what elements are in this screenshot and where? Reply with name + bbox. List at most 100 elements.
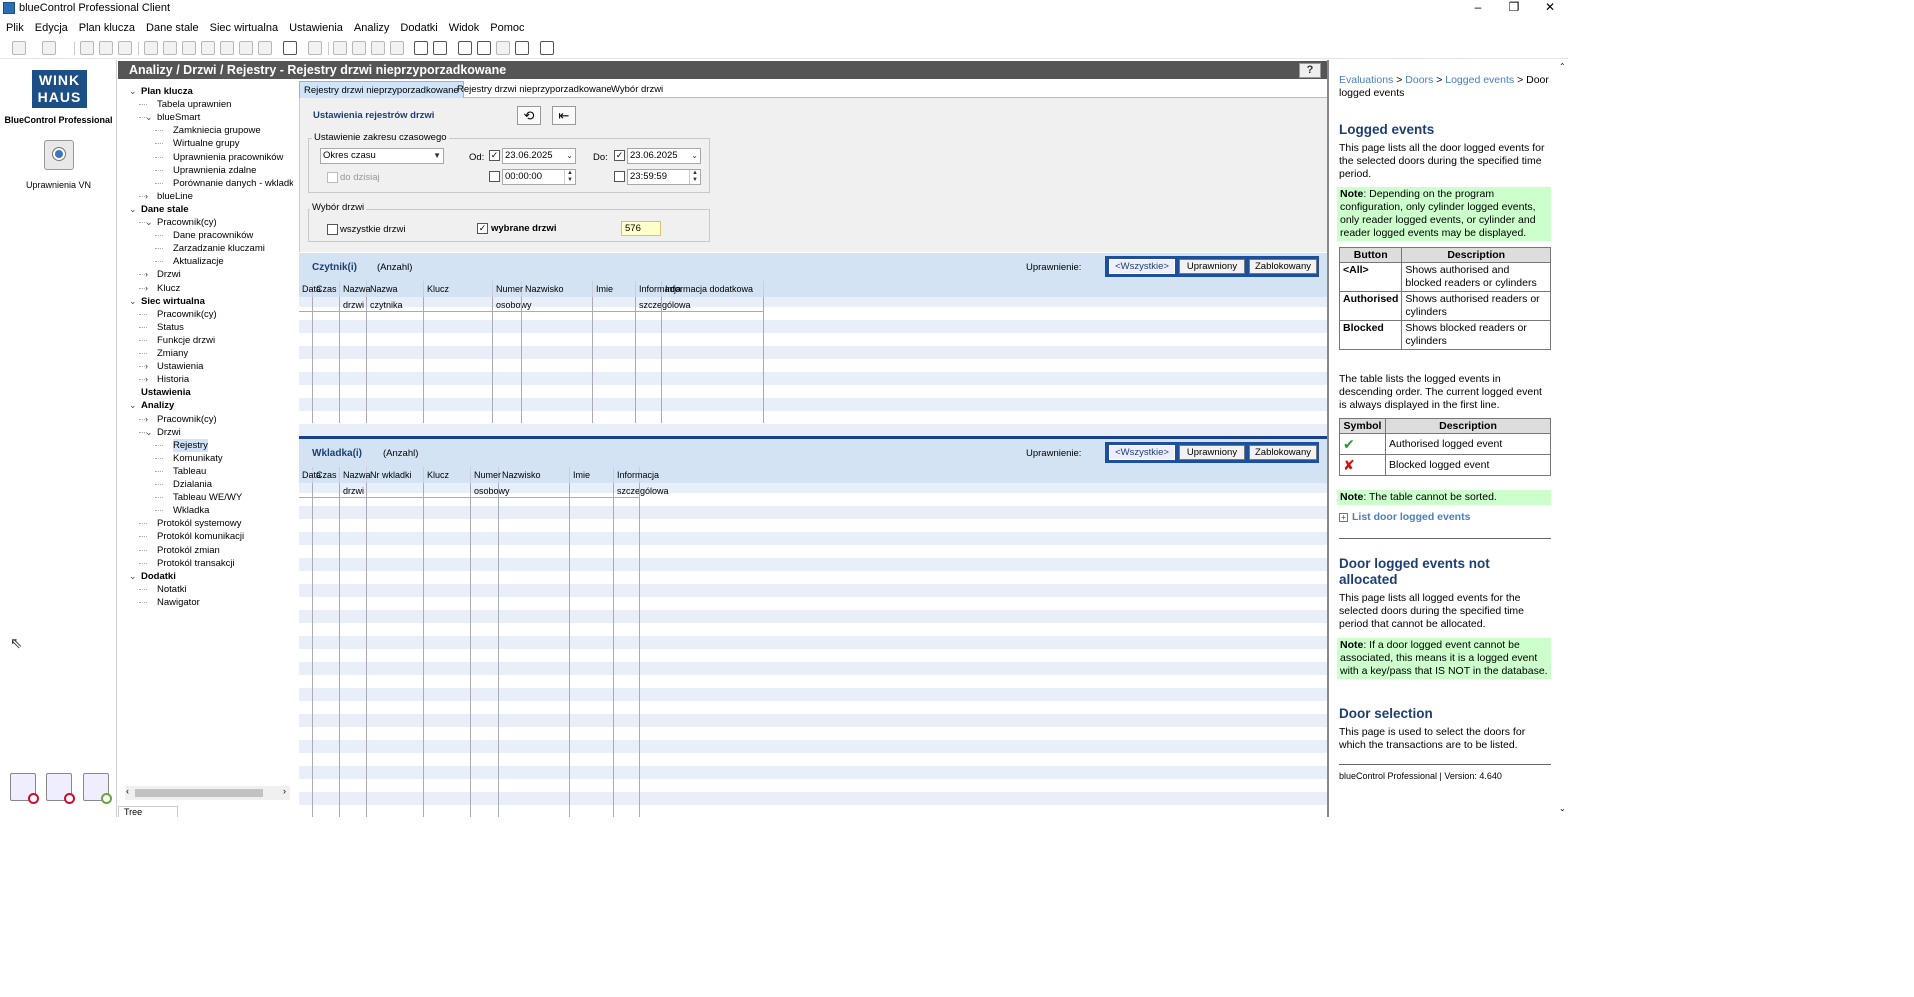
undo-icon[interactable] xyxy=(239,41,253,55)
tree-item[interactable]: Uprawnienia pracowników xyxy=(173,151,283,164)
forward-icon[interactable] xyxy=(42,41,56,55)
scroll-right-icon[interactable]: › xyxy=(283,786,286,796)
maximize-button[interactable]: ❐ xyxy=(1496,0,1532,17)
alarm-icon[interactable] xyxy=(458,41,472,55)
cylinders-column-header[interactable]: Imie xyxy=(570,467,614,483)
tree-item[interactable]: blueSmart xyxy=(157,111,200,124)
chevron-right-icon[interactable]: › xyxy=(145,360,148,373)
breadcrumb-doors[interactable]: Doors xyxy=(1405,74,1433,86)
tree-item[interactable]: Notatki xyxy=(157,583,187,596)
tree-item[interactable]: Uprawnienia zdalne xyxy=(173,164,256,177)
tree-horizontal-scrollbar[interactable]: ‹ › xyxy=(125,786,290,800)
tree-item[interactable]: Zarzadzanie kluczami xyxy=(173,242,265,255)
tree-item[interactable]: Dodatki xyxy=(141,570,176,583)
tree-item[interactable]: Dzialania xyxy=(173,478,212,491)
menu-analizy[interactable]: Analizy xyxy=(348,20,394,34)
network-icon[interactable] xyxy=(433,41,447,55)
to-time-spinner[interactable]: 23:59:59 ▲ ▼ xyxy=(627,169,701,185)
tree-item[interactable]: Komunikaty xyxy=(173,452,223,465)
breadcrumb-evaluations[interactable]: Evaluations xyxy=(1339,74,1393,86)
refresh-button[interactable]: ⟲ xyxy=(517,106,541,125)
save-icon[interactable] xyxy=(201,41,215,55)
cylinders-filter-all-button[interactable]: <Wszystkie> xyxy=(1109,445,1175,460)
tree-item[interactable]: Drzwi xyxy=(157,268,181,281)
menu-dodatki[interactable]: Dodatki xyxy=(394,20,442,34)
close-button[interactable]: ✕ xyxy=(1532,0,1568,17)
cylinders-column-header[interactable]: Nazwisko xyxy=(499,467,570,483)
tree-item[interactable]: Ustawienia xyxy=(157,360,203,373)
tree-tab[interactable]: Tree xyxy=(118,806,178,817)
chevron-down-icon[interactable]: ⌄ xyxy=(129,399,137,412)
sync-icon[interactable] xyxy=(477,41,491,55)
chevron-down-icon[interactable]: ⌄ xyxy=(145,426,153,439)
scroll-down-icon[interactable]: ⌄ xyxy=(1559,804,1566,813)
import4-icon[interactable] xyxy=(390,41,404,55)
tree-item[interactable]: Status xyxy=(157,321,184,334)
menu-plan-klucza[interactable]: Plan klucza xyxy=(73,20,140,34)
tree-item[interactable]: Zamkniecia grupowe xyxy=(173,124,261,137)
to-time-checkbox[interactable] xyxy=(614,171,625,182)
selected-doors-checkbox[interactable]: ✓ xyxy=(477,223,488,234)
readers-column-header[interactable]: Klucz xyxy=(424,281,493,297)
minimize-button[interactable]: – xyxy=(1460,0,1496,17)
scroll-up-icon[interactable]: ⌃ xyxy=(1559,62,1566,71)
import2-icon[interactable] xyxy=(352,41,366,55)
help-vertical-scrollbar[interactable]: ⌃ ⌄ xyxy=(1557,60,1568,817)
menu-edycja[interactable]: Edycja xyxy=(29,20,73,34)
vn-permissions-label[interactable]: Uprawnienia VN xyxy=(0,180,117,190)
chevron-right-icon[interactable]: › xyxy=(145,268,148,281)
readers-column-header[interactable]: Data xyxy=(299,281,321,297)
tab-door-selection[interactable]: Wybór drzwi xyxy=(607,81,667,98)
tree-item[interactable]: Aktualizacje xyxy=(173,255,224,268)
tree-item[interactable]: Protokól komunikacji xyxy=(157,530,244,543)
tree-item[interactable]: Wirtualne grupy xyxy=(173,137,240,150)
readers-column-header[interactable]: Nazwisko xyxy=(522,281,593,297)
cylinders-column-header[interactable]: Informacja szczególowa xyxy=(614,467,669,496)
tree-item[interactable]: Pracownik(cy) xyxy=(157,216,217,229)
menu-ustawienia[interactable]: Ustawienia xyxy=(283,20,348,34)
grid-icon[interactable] xyxy=(99,41,113,55)
from-date-checkbox[interactable]: ✓ xyxy=(489,150,500,161)
tree-item[interactable]: Tableau WE/WY xyxy=(173,491,242,504)
readers-column-header[interactable]: Informacja dodatkowa xyxy=(662,281,764,297)
copy-icon[interactable] xyxy=(80,41,94,55)
all-doors-checkbox[interactable] xyxy=(327,224,338,235)
readers-column-header[interactable]: Czas xyxy=(313,281,340,297)
chevron-down-icon[interactable]: ⌄ xyxy=(145,216,153,229)
new-icon[interactable] xyxy=(144,41,158,55)
cylinders-column-header[interactable]: Klucz xyxy=(424,467,471,483)
chevron-down-icon[interactable]: ⌄ xyxy=(129,570,137,583)
tree-item[interactable]: Dane pracowników xyxy=(173,229,253,242)
print-icon[interactable] xyxy=(283,41,297,55)
door-red-icon[interactable] xyxy=(10,773,39,804)
tree-item[interactable]: Ustawienia xyxy=(141,386,191,399)
chevron-right-icon[interactable]: › xyxy=(145,190,148,203)
menu-siec-wirtualna[interactable]: Siec wirtualna xyxy=(204,20,283,34)
readers-column-header[interactable]: Numer osobowy xyxy=(493,281,532,310)
paste-icon[interactable] xyxy=(118,41,132,55)
cylinders-column-header[interactable]: Czas xyxy=(313,467,340,483)
tree-item[interactable]: Protokól transakcji xyxy=(157,557,235,570)
tree-item[interactable]: Tabela uprawnien xyxy=(157,98,231,111)
tab-unallocated-active[interactable]: Rejestry drzwi nieprzyporzadkowane xyxy=(299,81,464,98)
menu-pomoc[interactable]: Pomoc xyxy=(484,20,529,34)
to-date-picker[interactable]: 23.06.2025 ⌄ xyxy=(627,148,701,164)
cylinders-column-header[interactable]: Nr wkladki xyxy=(367,467,424,483)
from-date-picker[interactable]: 23.06.2025 ⌄ xyxy=(502,148,576,164)
help-link-list[interactable]: + List door logged events xyxy=(1339,511,1551,524)
from-time-checkbox[interactable] xyxy=(489,171,500,182)
link-icon[interactable] xyxy=(496,41,510,55)
tab-unallocated[interactable]: Rejestry drzwi nieprzyporzadkowane xyxy=(453,81,616,98)
grid-green-icon[interactable] xyxy=(83,773,112,804)
tree-item[interactable]: Plan klucza xyxy=(141,85,193,98)
tree-item[interactable]: blueLine xyxy=(157,190,193,203)
readers-filter-authorised-button[interactable]: Uprawniony xyxy=(1179,259,1245,274)
period-select[interactable]: Okres czasu ▼ xyxy=(320,148,444,164)
cancel-icon[interactable] xyxy=(220,41,234,55)
list-icon[interactable] xyxy=(414,41,428,55)
tree-item[interactable]: Siec wirtualna xyxy=(141,295,205,308)
spinner-arrows-icon[interactable]: ▲ ▼ xyxy=(564,170,575,184)
scroll-thumb[interactable] xyxy=(135,789,263,797)
menu-dane-stale[interactable]: Dane stale xyxy=(140,20,204,34)
cylinders-column-header[interactable]: Numer osobowy xyxy=(471,467,510,496)
